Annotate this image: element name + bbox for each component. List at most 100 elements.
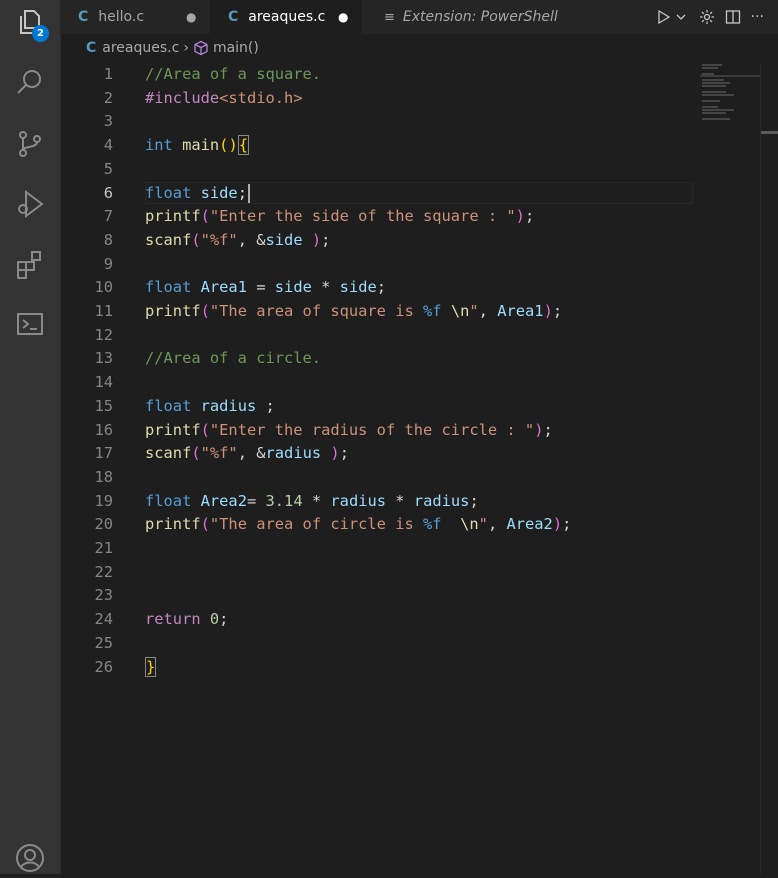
code-line[interactable]: 22 <box>60 561 760 585</box>
code-token: , & <box>237 444 266 463</box>
code-line[interactable]: 23 <box>60 584 760 608</box>
gear-icon[interactable] <box>699 9 715 25</box>
code-token: ) <box>311 230 322 249</box>
code-line[interactable]: 17 scanf("%f", &radius ); <box>60 442 760 466</box>
code-text: } <box>145 656 157 680</box>
unsaved-dot-icon[interactable]: ● <box>186 10 196 24</box>
tab-extension-powershell[interactable]: ≡ Extension: PowerShell <box>366 0 562 34</box>
code-text: return 0; <box>145 608 228 632</box>
code-token: float <box>145 396 192 415</box>
code-line[interactable]: 7 printf("Enter the side of the square : … <box>60 205 760 229</box>
search-icon[interactable] <box>14 66 46 98</box>
scroll-position-marker[interactable] <box>761 131 778 134</box>
code-line[interactable]: 5 <box>60 158 760 182</box>
code-line[interactable]: 14 <box>60 371 760 395</box>
code-token: ; <box>339 444 349 463</box>
code-token: <stdio.h> <box>219 88 303 107</box>
code-token: ( <box>200 207 210 226</box>
chevron-right-icon: › <box>183 40 189 56</box>
code-line[interactable]: 20 printf("The area of circle is %f \n", … <box>60 513 760 537</box>
run-icon[interactable] <box>655 9 671 25</box>
extensions-icon[interactable] <box>14 248 46 280</box>
code-line[interactable]: 11 printf("The area of square is %f \n", … <box>60 300 760 324</box>
code-token: %f <box>423 515 442 534</box>
code-line[interactable]: 25 <box>60 632 760 656</box>
code-token: Area2 <box>200 491 247 510</box>
cube-icon <box>193 40 209 56</box>
code-text: printf("Enter the radius of the circle :… <box>145 419 553 443</box>
line-number: 17 <box>94 444 113 463</box>
code-line[interactable]: 10 float Area1 = side * side; <box>60 276 760 300</box>
code-text: float Area1 = side * side; <box>145 276 386 300</box>
line-number: 23 <box>94 586 113 605</box>
code-line[interactable]: 24 return 0; <box>60 608 760 632</box>
code-line[interactable]: 6 float side; <box>60 181 760 206</box>
code-line[interactable]: 21 <box>60 537 760 561</box>
code-token: scanf <box>145 230 192 249</box>
code-token: 3.14 <box>265 491 303 510</box>
split-editor-icon[interactable] <box>725 9 741 25</box>
code-line[interactable]: 1 //Area of a square. <box>60 63 760 87</box>
source-control-icon[interactable] <box>14 128 46 160</box>
code-token: radius <box>330 491 387 510</box>
code-line[interactable]: 15 float radius ; <box>60 395 760 419</box>
chevron-down-icon[interactable] <box>673 9 689 25</box>
code-line[interactable]: 19 float Area2= 3.14 * radius * radius; <box>60 490 760 514</box>
tab-areaques-c[interactable]: C areaques.c ● <box>210 0 362 34</box>
code-token: int <box>145 136 173 155</box>
code-token: float <box>145 491 192 510</box>
code-token: Area1 <box>200 278 247 297</box>
code-line[interactable]: 8 scanf("%f", &side ); <box>60 229 760 253</box>
vertical-scrollbar[interactable] <box>760 63 778 874</box>
code-line[interactable]: 13 //Area of a circle. <box>60 347 760 371</box>
code-token: ; <box>321 230 331 249</box>
line-number: 15 <box>94 396 113 415</box>
account-icon[interactable] <box>14 842 46 874</box>
code-line[interactable]: 3 <box>60 110 760 134</box>
minimap[interactable] <box>700 63 760 874</box>
line-number: 9 <box>103 254 113 273</box>
line-number: 14 <box>94 373 113 392</box>
code-line[interactable]: 12 <box>60 324 760 348</box>
more-actions-icon[interactable]: ··· <box>751 9 764 25</box>
run-debug-icon[interactable] <box>14 188 46 220</box>
code-line[interactable]: 26} <box>60 656 760 680</box>
line-number: 26 <box>94 657 113 676</box>
code-editor[interactable]: 1 //Area of a square. 2 #include<stdio.h> 3 4… <box>60 63 760 874</box>
code-token: main <box>182 136 220 155</box>
code-token: ; <box>524 207 535 226</box>
code-token: side <box>339 278 377 297</box>
code-token: ( <box>191 444 201 463</box>
code-token: = <box>246 491 266 510</box>
code-token: ; <box>256 396 275 415</box>
code-token: scanf <box>145 444 192 463</box>
code-token: float <box>145 183 192 202</box>
code-line[interactable]: 4 int main(){ <box>60 134 760 158</box>
code-token: , & <box>237 230 266 249</box>
code-line[interactable]: 16 printf("Enter the radius of the circle… <box>60 419 760 443</box>
code-text: //Area of a circle. <box>145 347 321 371</box>
breadcrumb-file[interactable]: areaques.c <box>102 40 179 56</box>
code-token: ; <box>552 302 563 320</box>
editor-actions: ··· <box>655 0 764 34</box>
tab-hello-c[interactable]: C hello.c ● <box>60 0 203 34</box>
line-number: 4 <box>103 136 113 155</box>
breadcrumb-symbol[interactable]: main() <box>213 40 259 56</box>
terminal-icon[interactable] <box>14 308 46 340</box>
code-token: ( <box>191 230 201 249</box>
code-text: float side; <box>145 182 250 206</box>
code-text: int main(){ <box>145 134 249 158</box>
code-text: //Area of a square. <box>145 63 321 87</box>
code-line[interactable]: 9 <box>60 253 760 277</box>
unsaved-dot-icon[interactable]: ● <box>338 10 348 24</box>
line-number: 21 <box>94 539 113 557</box>
code-line[interactable]: 18 <box>60 466 760 490</box>
code-line[interactable]: 2 #include<stdio.h> <box>60 87 760 111</box>
code-token: 0 <box>209 610 220 629</box>
activity-bar: 2 <box>0 0 61 874</box>
